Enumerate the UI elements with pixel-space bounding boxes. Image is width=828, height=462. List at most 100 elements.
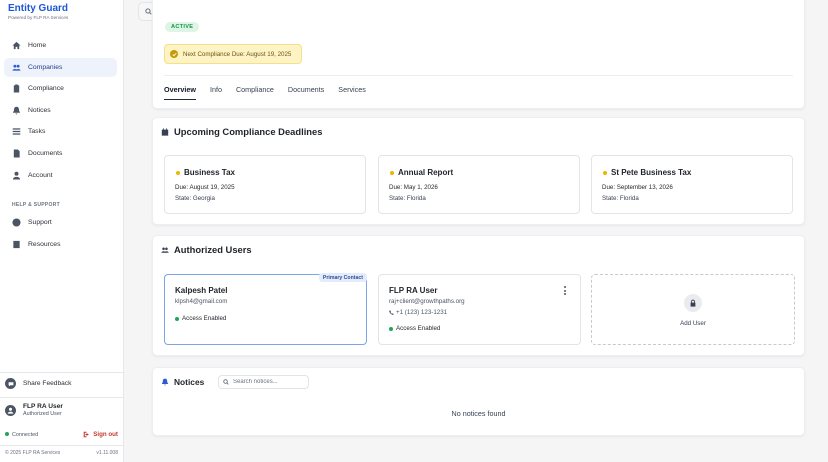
nav-item-documents[interactable]: Documents bbox=[4, 144, 117, 163]
tab-info[interactable]: Info bbox=[210, 76, 222, 100]
pending-dot-icon bbox=[603, 170, 607, 175]
deadline-name: Business Tax bbox=[184, 168, 235, 177]
nav-item-compliance[interactable]: Compliance bbox=[4, 79, 117, 98]
home-icon bbox=[12, 41, 21, 50]
nav-label: Tasks bbox=[28, 128, 46, 136]
phone-icon bbox=[389, 310, 394, 315]
nav-item-tasks[interactable]: Tasks bbox=[4, 122, 117, 141]
phone-number: +1 (123) 123-1231 bbox=[396, 309, 448, 316]
main-nav: Home Companies Compliance Notices Tasks … bbox=[4, 36, 117, 187]
copyright: © 2025 FLP RA Services bbox=[5, 450, 61, 456]
feedback-icon bbox=[5, 378, 16, 389]
nav-item-support[interactable]: Support bbox=[4, 213, 117, 232]
nav-item-companies[interactable]: Companies bbox=[4, 57, 117, 77]
deadline-card[interactable]: Annual Report Due: May 1, 2026 State: Fl… bbox=[378, 155, 580, 214]
nav-item-notices[interactable]: Notices bbox=[4, 101, 117, 120]
nav-label: Home bbox=[28, 42, 47, 49]
nav-item-resources[interactable]: Resources bbox=[4, 235, 117, 254]
tab-documents[interactable]: Documents bbox=[288, 76, 324, 100]
user-card-phone: +1 (123) 123-1231 bbox=[389, 309, 447, 316]
brand-title: Entity Guard bbox=[8, 3, 69, 14]
nav-label: Support bbox=[28, 219, 52, 226]
deadline-card[interactable]: Business Tax Due: August 19, 2025 State:… bbox=[164, 155, 366, 214]
deadline-title: Annual Report bbox=[390, 168, 453, 177]
book-icon bbox=[12, 240, 21, 249]
deadline-title: Business Tax bbox=[176, 168, 235, 177]
company-tabs: Overview Info Compliance Documents Servi… bbox=[164, 75, 793, 100]
user-card-name: Kalpesh Patel bbox=[175, 286, 228, 295]
sign-out-label: Sign out bbox=[93, 431, 118, 438]
deadline-card[interactable]: St Pete Business Tax Due: September 13, … bbox=[591, 155, 793, 214]
deadline-state: State: Georgia bbox=[175, 195, 215, 202]
clipboard-icon bbox=[12, 84, 21, 93]
access-label: Access Enabled bbox=[182, 315, 227, 322]
notices-search[interactable] bbox=[218, 375, 309, 389]
brand-subtitle: Powered by FLP RA Services bbox=[8, 15, 69, 20]
deadline-state: State: Florida bbox=[602, 195, 639, 202]
status-badge: ACTIVE bbox=[165, 22, 200, 32]
user-card[interactable]: FLP RA User raj+client@growthpaths.org +… bbox=[378, 274, 581, 345]
user-name: FLP RA User bbox=[23, 403, 63, 410]
access-status: Access Enabled bbox=[389, 325, 440, 332]
sidebar-divider bbox=[0, 397, 124, 398]
sidebar: Entity Guard Powered by FLP RA Services … bbox=[0, 0, 124, 462]
user-card-name: FLP RA User bbox=[389, 286, 438, 295]
document-icon bbox=[12, 149, 21, 158]
add-user-label: Add User bbox=[680, 320, 706, 327]
support-nav: Support Resources bbox=[4, 213, 117, 256]
add-user-button[interactable]: Add User bbox=[591, 274, 795, 345]
deadline-due: Due: September 13, 2026 bbox=[602, 184, 673, 191]
sign-out-button[interactable]: Sign out bbox=[83, 431, 118, 438]
deadline-name: Annual Report bbox=[398, 168, 454, 177]
authorized-users-card: Authorized Users Primary Contact Kalpesh… bbox=[152, 235, 805, 356]
notices-card: Notices No notices found bbox=[152, 367, 805, 436]
users-icon bbox=[161, 247, 169, 253]
deadline-title: St Pete Business Tax bbox=[603, 168, 691, 177]
connection-label: Connected bbox=[12, 431, 39, 438]
nav-item-home[interactable]: Home bbox=[4, 36, 117, 55]
user-card-email: klpsh4@gmail.com bbox=[175, 298, 228, 305]
sidebar-footer: © 2025 FLP RA Services v1.11.008 bbox=[5, 450, 118, 456]
calendar-icon bbox=[161, 127, 169, 136]
pending-dot-icon bbox=[176, 170, 180, 175]
user-card-primary[interactable]: Primary Contact Kalpesh Patel klpsh4@gma… bbox=[164, 273, 367, 345]
sidebar-divider bbox=[0, 372, 124, 373]
search-icon bbox=[223, 379, 229, 385]
status-dot-icon bbox=[175, 316, 179, 321]
share-feedback-button[interactable]: Share Feedback bbox=[5, 378, 71, 389]
next-compliance-banner: Next Compliance Due: August 19, 2025 bbox=[164, 44, 302, 64]
status-dot-icon bbox=[389, 326, 393, 331]
more-options-icon[interactable] bbox=[564, 286, 567, 297]
sidebar-divider bbox=[0, 445, 124, 446]
notices-search-input[interactable] bbox=[233, 379, 303, 385]
nav-item-account[interactable]: Account bbox=[4, 166, 117, 185]
nav-label: Compliance bbox=[28, 85, 64, 93]
users-heading: Authorized Users bbox=[161, 244, 252, 255]
help-support-heading: HELP & SUPPORT bbox=[12, 202, 61, 208]
current-user[interactable]: FLP RA User Authorized User bbox=[5, 403, 63, 418]
nav-label: Documents bbox=[28, 149, 63, 157]
deadlines-title: Upcoming Compliance Deadlines bbox=[174, 126, 323, 137]
notices-heading: Notices bbox=[161, 377, 204, 387]
tab-services[interactable]: Services bbox=[338, 76, 366, 100]
primary-contact-badge: Primary Contact bbox=[318, 273, 367, 282]
users-icon bbox=[12, 63, 21, 72]
deadline-name: St Pete Business Tax bbox=[611, 168, 692, 177]
tab-overview[interactable]: Overview bbox=[164, 76, 196, 100]
brand[interactable]: Entity Guard Powered by FLP RA Services bbox=[8, 3, 68, 21]
access-status: Access Enabled bbox=[175, 315, 226, 322]
nav-label: Account bbox=[28, 171, 53, 179]
deadlines-card: Upcoming Compliance Deadlines Business T… bbox=[152, 117, 805, 225]
next-compliance-text: Next Compliance Due: August 19, 2025 bbox=[183, 50, 292, 58]
access-label: Access Enabled bbox=[396, 325, 441, 332]
deadline-state: State: Florida bbox=[389, 195, 426, 202]
deadline-due: Due: August 19, 2025 bbox=[175, 184, 235, 191]
empty-state: No notices found bbox=[451, 409, 506, 418]
check-circle-icon bbox=[170, 50, 178, 58]
sign-out-icon bbox=[83, 431, 90, 438]
users-title: Authorized Users bbox=[174, 244, 252, 255]
tasks-icon bbox=[12, 127, 21, 136]
tab-compliance[interactable]: Compliance bbox=[236, 76, 274, 100]
help-icon bbox=[12, 218, 21, 227]
deadline-due: Due: May 1, 2026 bbox=[389, 184, 438, 191]
